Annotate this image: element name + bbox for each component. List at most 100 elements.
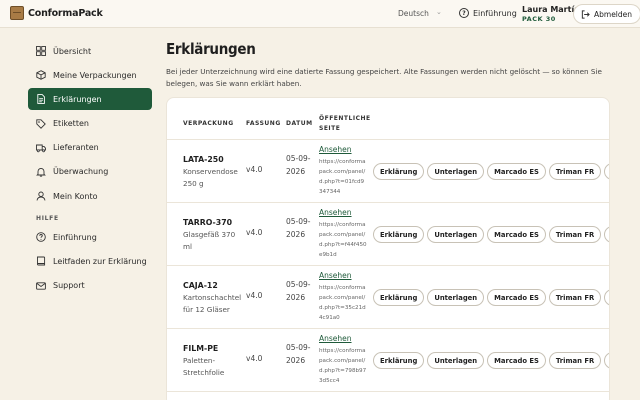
sidebar-section-help: HILFE <box>36 215 59 223</box>
public-page-url: https://conformapack.com/panel/d.php?t=0… <box>319 159 366 195</box>
table-row: LATA-250 Konservendose 250 g v4.0 05-09-202… <box>167 140 609 203</box>
packaging-code: CAJA-12 <box>183 281 218 290</box>
user-name: Laura Martín <box>522 5 580 14</box>
help-label: Einführung <box>473 8 517 18</box>
etiqueta-it-button[interactable]: Etiqueta IT <box>604 289 609 306</box>
triman-fr-button[interactable]: Triman FR <box>548 163 602 180</box>
date-value: 05-09-2026 <box>286 217 311 239</box>
public-page-url: https://conformapack.com/panel/d.php?t=f… <box>319 222 367 258</box>
sidebar-item-suppliers[interactable]: Lieferanten <box>28 137 152 159</box>
sidebar-item-label: Mein Konto <box>53 191 98 201</box>
logout-icon <box>581 9 590 19</box>
sidebar-item-label: Etiketten <box>53 119 89 129</box>
logo[interactable]: ConformaPack <box>10 6 103 20</box>
sidebar-item-label: Übersicht <box>53 46 92 56</box>
date-value: 05-09-2026 <box>286 343 311 365</box>
question-circle-icon: ? <box>459 8 469 18</box>
document-icon <box>37 94 45 105</box>
logout-button[interactable]: Abmelden <box>573 4 640 24</box>
main-content: Erklärungen Bei jeder Unterzeichnung wir… <box>166 40 616 89</box>
sidebar-item-introduction[interactable]: Einführung <box>28 226 152 248</box>
truck-icon <box>36 144 46 152</box>
view-public-page-link[interactable]: Ansehen <box>319 271 352 280</box>
packaging-code: LATA-250 <box>183 155 224 164</box>
declarations-table: VERPACKUNG FASSUNG DATUM ÖFFENTLICHE SEI… <box>166 97 610 400</box>
box-icon <box>36 70 46 80</box>
table-header: VERPACKUNG FASSUNG DATUM ÖFFENTLICHE SEI… <box>167 98 609 140</box>
marcado-es-button[interactable]: Marcado ES <box>487 289 546 306</box>
box-logo-icon <box>10 6 24 20</box>
etiqueta-it-button[interactable]: Etiqueta IT <box>604 163 609 180</box>
row-actions: ErklärungUnterlagenMarcado ESTriman FREt… <box>373 163 609 180</box>
table-row: TARRO-370 Glasgefäß 370 ml v4.0 05-09-2026 A… <box>167 203 609 266</box>
triman-fr-button[interactable]: Triman FR <box>548 289 602 306</box>
column-header-date: DATUM <box>286 120 313 127</box>
packaging-description: Kartonschachtel für 12 Gläser <box>183 293 242 314</box>
help-link[interactable]: ? Einführung <box>459 8 517 18</box>
sidebar-item-overview[interactable]: Übersicht <box>28 40 152 62</box>
view-public-page-link[interactable]: Ansehen <box>319 145 352 154</box>
sidebar-item-label: Überwachung <box>53 167 109 177</box>
sidebar-item-declarations[interactable]: Erklärungen <box>28 88 152 111</box>
documents-button[interactable]: Unterlagen <box>427 352 485 369</box>
language-select[interactable]: Deutsch <box>398 9 429 18</box>
etiqueta-it-button[interactable]: Etiqueta IT <box>604 226 609 243</box>
packaging-description: Paletten-Stretchfolie <box>183 356 225 377</box>
column-header-public-page-1: ÖFFENTLICHE <box>319 115 371 122</box>
top-bar: ConformaPack Deutsch ⌄ ? Einführung Laur… <box>0 0 640 28</box>
version-value: v4.0 <box>246 228 263 237</box>
packaging-code: TARRO-370 <box>183 218 233 227</box>
sidebar-item-monitoring[interactable]: Überwachung <box>28 161 152 183</box>
declaration-button[interactable]: Erklärung <box>373 289 425 306</box>
triman-fr-button[interactable]: Triman FR <box>548 226 602 243</box>
user-icon <box>36 191 46 201</box>
sidebar-item-support[interactable]: Support <box>28 275 152 297</box>
sidebar-item-label: Lieferanten <box>53 143 99 153</box>
sidebar-item-account[interactable]: Mein Konto <box>28 185 152 207</box>
column-header-packaging: VERPACKUNG <box>183 120 234 127</box>
row-actions: ErklärungUnterlagenMarcado ESTriman FREt… <box>373 226 609 243</box>
triman-fr-button[interactable]: Triman FR <box>548 352 602 369</box>
date-value: 05-09-2026 <box>286 280 311 302</box>
marcado-es-button[interactable]: Marcado ES <box>487 352 546 369</box>
column-header-public-page-2: SEITE <box>319 125 341 132</box>
logo-text: ConformaPack <box>28 7 103 19</box>
view-public-page-link[interactable]: Ansehen <box>319 334 352 343</box>
sidebar-item-label: Erklärungen <box>53 94 102 104</box>
view-public-page-link[interactable]: Ansehen <box>319 208 352 217</box>
marcado-es-button[interactable]: Marcado ES <box>487 226 546 243</box>
packaging-description: Konservendose 250 g <box>183 167 238 188</box>
declaration-button[interactable]: Erklärung <box>373 163 425 180</box>
documents-button[interactable]: Unterlagen <box>427 163 485 180</box>
sidebar-item-packaging[interactable]: Meine Verpackungen <box>28 64 152 86</box>
sidebar: Übersicht Meine Verpackungen Erklärungen… <box>28 40 152 299</box>
table-row: CAJA-12 Kartonschachtel für 12 Gläser v4.0… <box>167 266 609 329</box>
logout-label: Abmelden <box>594 9 633 19</box>
declaration-button[interactable]: Erklärung <box>373 352 425 369</box>
sidebar-item-label: Leitfaden zur Erklärung <box>53 256 147 266</box>
table-row: FILM-PE Paletten-Stretchfolie v4.0 05-09-20… <box>167 329 609 392</box>
tag-icon <box>36 118 46 129</box>
page-intro: Bei jeder Unterzeichnung wird eine datie… <box>166 67 602 88</box>
documents-button[interactable]: Unterlagen <box>427 226 485 243</box>
public-page-url: https://conformapack.com/panel/d.php?t=7… <box>319 348 367 384</box>
date-value: 05-09-2026 <box>286 154 311 176</box>
version-value: v4.0 <box>246 354 263 363</box>
book-icon <box>37 256 46 266</box>
sidebar-item-guide[interactable]: Leitfaden zur Erklärung <box>28 250 152 272</box>
sidebar-item-labels[interactable]: Etiketten <box>28 113 152 135</box>
marcado-es-button[interactable]: Marcado ES <box>487 163 546 180</box>
mail-icon <box>36 281 46 290</box>
bell-icon <box>36 167 46 177</box>
etiqueta-it-button[interactable]: Etiqueta IT <box>604 352 609 369</box>
sidebar-item-label: Meine Verpackungen <box>53 70 137 80</box>
grid-icon <box>36 46 46 56</box>
question-circle-icon <box>36 232 46 242</box>
documents-button[interactable]: Unterlagen <box>427 289 485 306</box>
user-plan: PACK 30 <box>522 15 556 23</box>
chevron-down-icon[interactable]: ⌄ <box>436 8 442 16</box>
declaration-button[interactable]: Erklärung <box>373 226 425 243</box>
sidebar-item-label: Einführung <box>53 232 97 242</box>
version-value: v4.0 <box>246 165 263 174</box>
public-page-url: https://conformapack.com/panel/d.php?t=3… <box>319 285 366 321</box>
